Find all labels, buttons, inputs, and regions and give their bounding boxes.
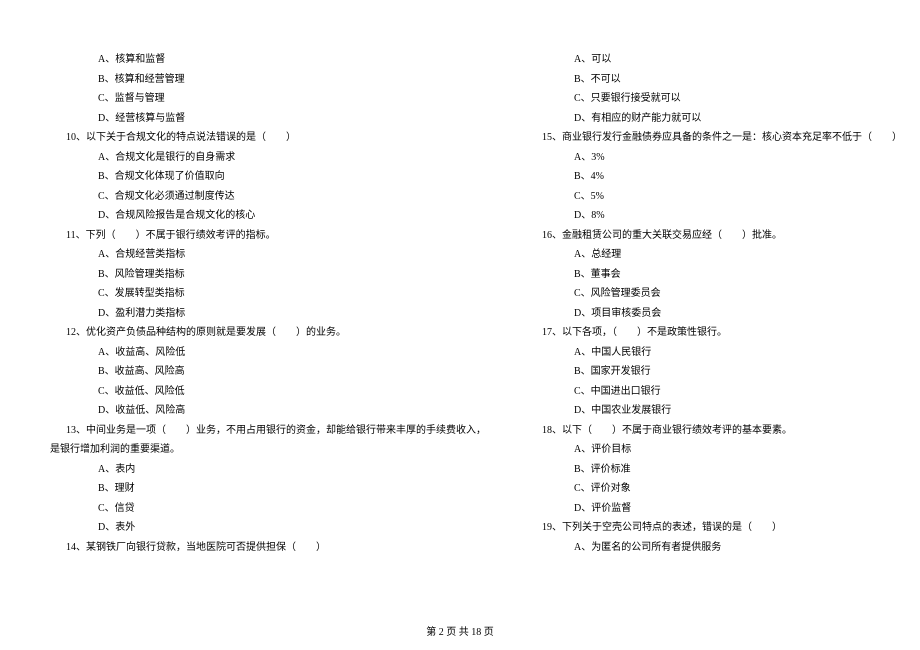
- option-text: D、表外: [50, 518, 486, 538]
- left-column: A、核算和监督 B、核算和经营管理 C、监督与管理 D、经营核算与监督 10、以…: [50, 50, 486, 557]
- option-text: B、收益高、风险高: [50, 362, 486, 382]
- option-text: B、评价标准: [526, 460, 902, 480]
- question-12: 12、优化资产负债品种结构的原则就是要发展（ ）的业务。: [50, 323, 486, 343]
- option-text: B、国家开发银行: [526, 362, 902, 382]
- option-text: B、理财: [50, 479, 486, 499]
- question-11: 11、下列（ ）不属于银行绩效考评的指标。: [50, 226, 486, 246]
- exam-page: A、核算和监督 B、核算和经营管理 C、监督与管理 D、经营核算与监督 10、以…: [0, 0, 920, 587]
- right-column: A、可以 B、不可以 C、只要银行接受就可以 D、有相应的财产能力就可以 15、…: [526, 50, 902, 557]
- question-13-line1: 13、中间业务是一项（ ）业务，不用占用银行的资金，却能给银行带来丰厚的手续费收…: [50, 421, 486, 441]
- option-text: C、评价对象: [526, 479, 902, 499]
- option-text: D、评价监督: [526, 499, 902, 519]
- option-text: D、收益低、风险高: [50, 401, 486, 421]
- option-text: D、合规风险报告是合规文化的核心: [50, 206, 486, 226]
- option-text: A、合规经营类指标: [50, 245, 486, 265]
- option-text: A、总经理: [526, 245, 902, 265]
- question-18: 18、以下（ ）不属于商业银行绩效考评的基本要素。: [526, 421, 902, 441]
- question-15: 15、商业银行发行金融债券应具备的条件之一是：核心资本充足率不低于（ ）: [526, 128, 902, 148]
- option-text: A、3%: [526, 148, 902, 168]
- option-text: C、5%: [526, 187, 902, 207]
- question-16: 16、金融租赁公司的重大关联交易应经（ ）批准。: [526, 226, 902, 246]
- question-19: 19、下列关于空壳公司特点的表述，错误的是（ ）: [526, 518, 902, 538]
- option-text: B、风险管理类指标: [50, 265, 486, 285]
- option-text: C、只要银行接受就可以: [526, 89, 902, 109]
- option-text: D、项目审核委员会: [526, 304, 902, 324]
- option-text: A、核算和监督: [50, 50, 486, 70]
- option-text: C、收益低、风险低: [50, 382, 486, 402]
- option-text: D、有相应的财产能力就可以: [526, 109, 902, 129]
- option-text: C、风险管理委员会: [526, 284, 902, 304]
- option-text: D、中国农业发展银行: [526, 401, 902, 421]
- option-text: C、中国进出口银行: [526, 382, 902, 402]
- option-text: C、信贷: [50, 499, 486, 519]
- option-text: D、盈利潜力类指标: [50, 304, 486, 324]
- option-text: B、4%: [526, 167, 902, 187]
- option-text: B、不可以: [526, 70, 902, 90]
- option-text: A、评价目标: [526, 440, 902, 460]
- option-text: A、收益高、风险低: [50, 343, 486, 363]
- option-text: C、监督与管理: [50, 89, 486, 109]
- option-text: D、8%: [526, 206, 902, 226]
- option-text: A、中国人民银行: [526, 343, 902, 363]
- question-13-line2: 是银行增加利润的重要渠道。: [50, 440, 486, 460]
- option-text: B、合规文化体现了价值取向: [50, 167, 486, 187]
- option-text: A、为匿名的公司所有者提供服务: [526, 538, 902, 558]
- option-text: A、可以: [526, 50, 902, 70]
- option-text: C、发展转型类指标: [50, 284, 486, 304]
- option-text: C、合规文化必须通过制度传达: [50, 187, 486, 207]
- option-text: D、经营核算与监督: [50, 109, 486, 129]
- page-footer: 第 2 页 共 18 页: [0, 623, 920, 638]
- question-14: 14、某钢铁厂向银行贷款，当地医院可否提供担保（ ）: [50, 538, 486, 558]
- option-text: B、核算和经营管理: [50, 70, 486, 90]
- option-text: A、表内: [50, 460, 486, 480]
- question-10: 10、以下关于合规文化的特点说法错误的是（ ）: [50, 128, 486, 148]
- option-text: A、合规文化是银行的自身需求: [50, 148, 486, 168]
- option-text: B、董事会: [526, 265, 902, 285]
- question-17: 17、以下各项，（ ）不是政策性银行。: [526, 323, 902, 343]
